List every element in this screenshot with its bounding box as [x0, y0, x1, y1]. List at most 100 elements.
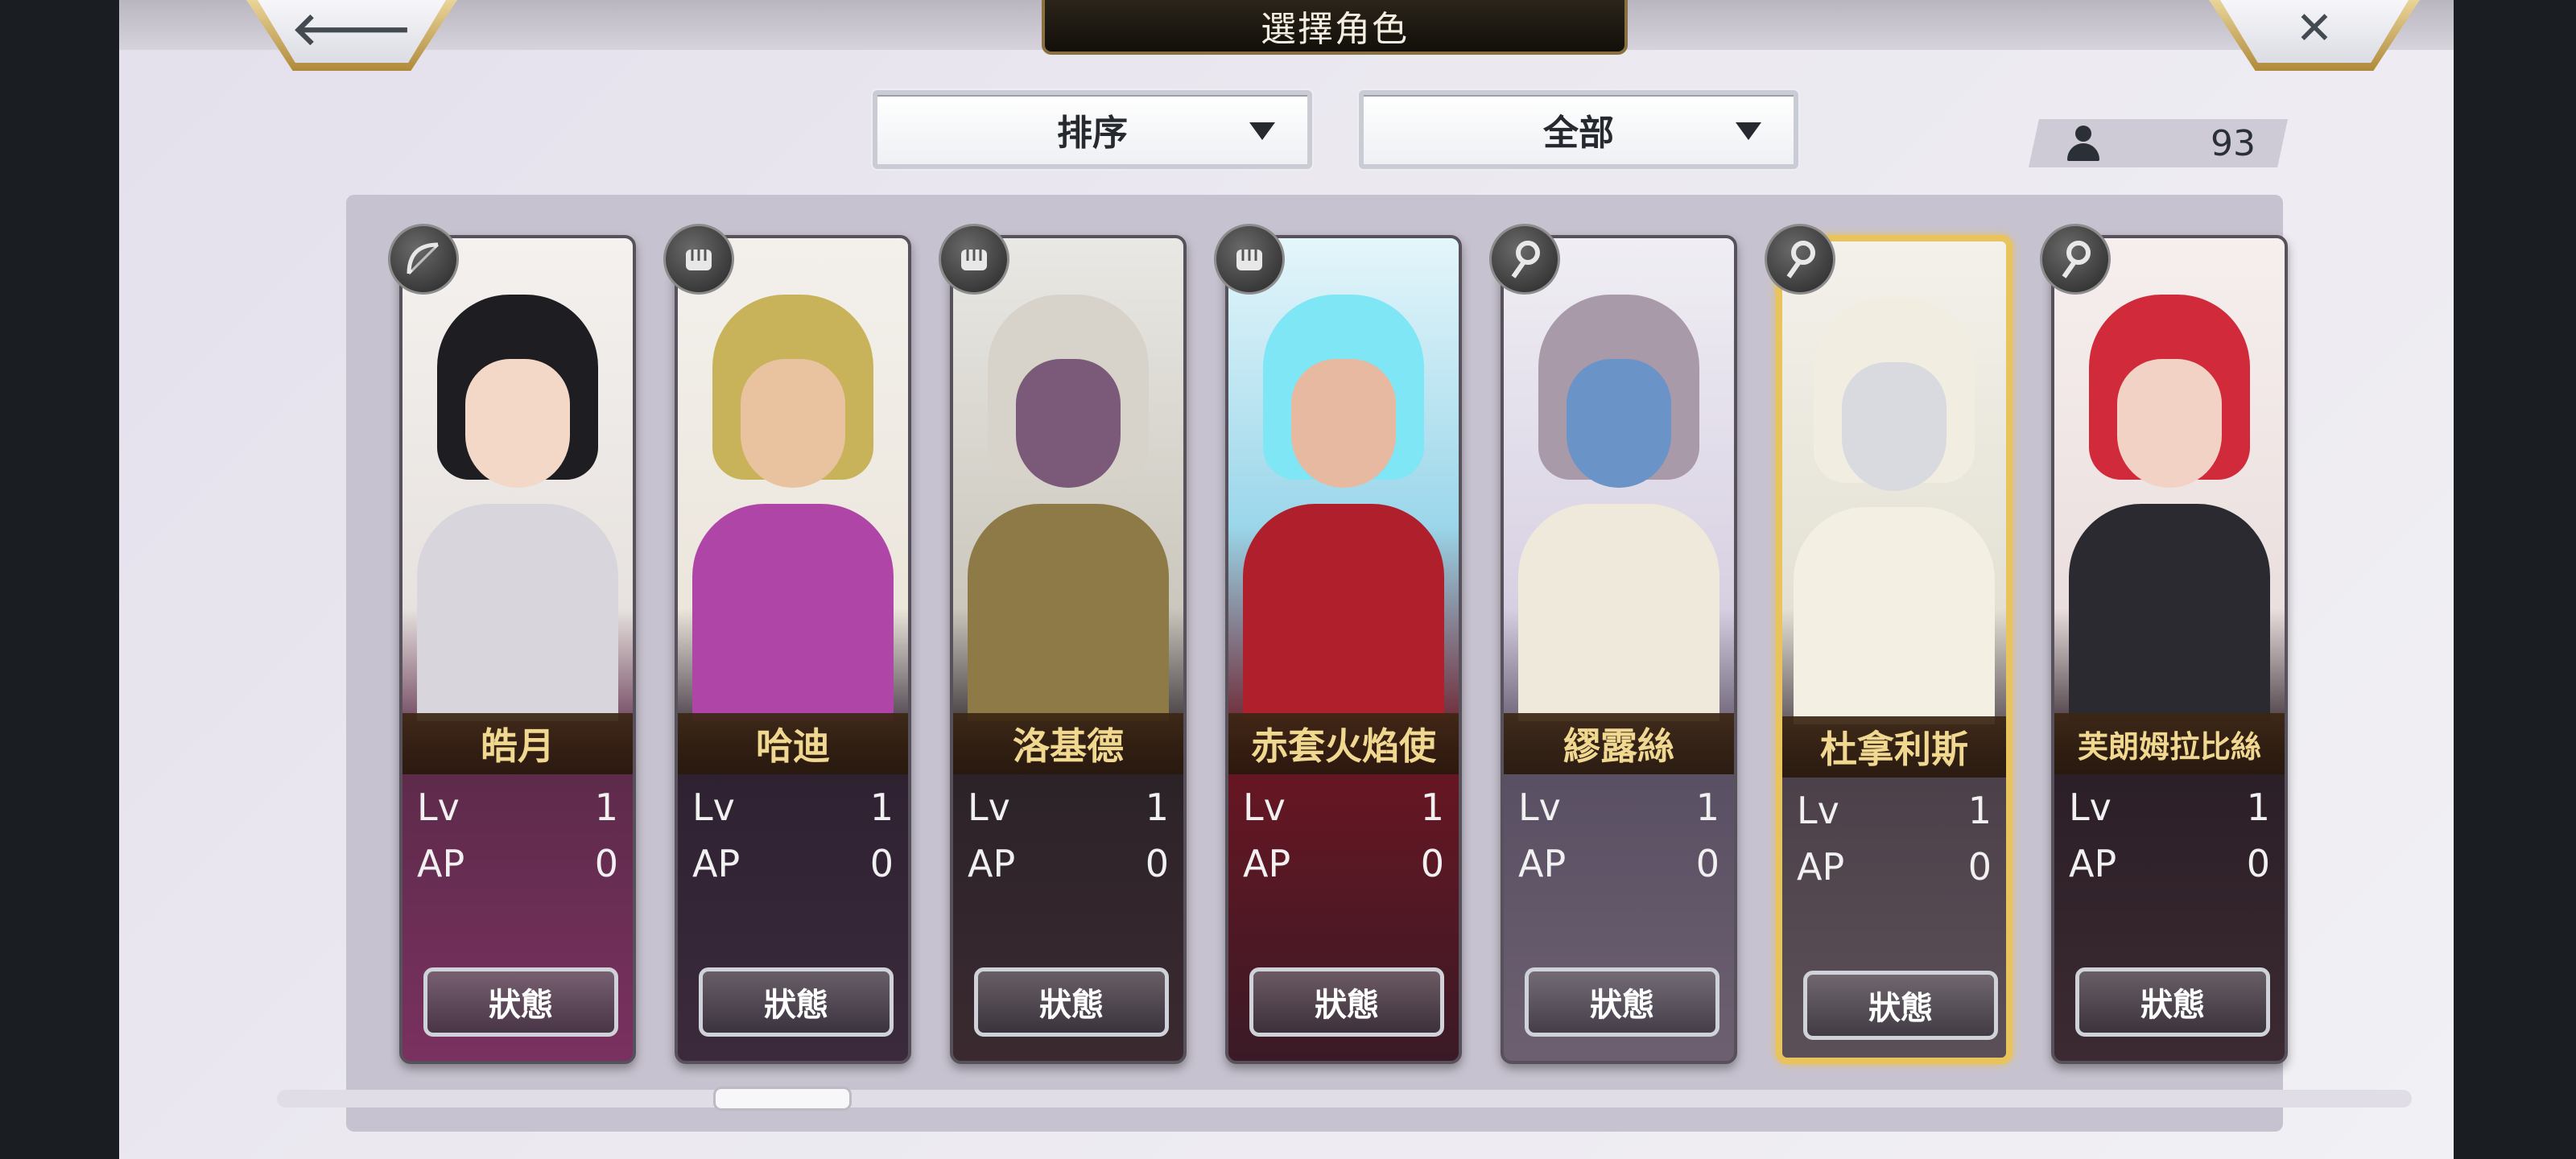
character-portrait	[1504, 238, 1734, 721]
level-label: Lv	[968, 786, 1010, 829]
level-value: 1	[1145, 786, 1169, 829]
ap-label: AP	[1797, 845, 1845, 889]
character-name: 杜拿利斯	[1820, 728, 1968, 771]
status-button-label: 狀態	[1590, 987, 1654, 1024]
character-card[interactable]: 洛基德 Lv 1 AP 0 狀態	[950, 235, 1187, 1064]
character-portrait	[402, 238, 633, 721]
staff-icon	[2040, 224, 2111, 295]
roster-count: 93	[2029, 119, 2288, 167]
roster-count-value: 93	[2211, 122, 2256, 164]
sort-dropdown[interactable]: 排序	[873, 90, 1312, 169]
status-button-label: 狀態	[1868, 990, 1933, 1027]
character-name-bar: 芙朗姆拉比絲	[2054, 713, 2285, 774]
filter-dropdown-label: 全部	[1543, 113, 1614, 154]
ap-label: AP	[2069, 842, 2117, 885]
fist-icon	[663, 224, 734, 295]
level-value: 1	[1967, 789, 1992, 832]
level-value: 1	[1420, 786, 1444, 829]
status-button[interactable]: 狀態	[423, 967, 618, 1037]
status-button-label: 狀態	[1039, 987, 1104, 1024]
character-name-bar: 繆露絲	[1504, 713, 1734, 774]
staff-icon	[1489, 224, 1560, 295]
ap-label: AP	[692, 842, 741, 885]
character-name: 皓月	[481, 724, 555, 768]
horizontal-scrollbar-thumb[interactable]	[713, 1087, 852, 1111]
level-value: 1	[1695, 786, 1719, 829]
ap-row: AP 0	[417, 842, 618, 887]
status-button-label: 狀態	[764, 987, 828, 1024]
status-button[interactable]: 狀態	[1525, 967, 1719, 1037]
ap-row: AP 0	[968, 842, 1169, 887]
horizontal-scrollbar-track[interactable]	[277, 1090, 2412, 1107]
character-card[interactable]: 皓月 Lv 1 AP 0 狀態	[399, 235, 636, 1064]
status-button[interactable]: 狀態	[2075, 967, 2270, 1037]
character-name: 洛基德	[1013, 724, 1124, 768]
level-row: Lv 1	[1518, 786, 1719, 831]
character-name-bar: 哈迪	[678, 713, 908, 774]
character-name: 繆露絲	[1563, 724, 1674, 768]
status-button[interactable]: 狀態	[1803, 971, 1998, 1040]
character-portrait	[953, 238, 1183, 721]
ap-row: AP 0	[1797, 845, 1992, 890]
character-name-bar: 皓月	[402, 713, 633, 774]
level-label: Lv	[417, 786, 460, 829]
status-button[interactable]: 狀態	[974, 967, 1169, 1037]
character-name: 赤套火焰使	[1251, 724, 1436, 768]
ap-value: 0	[2246, 842, 2270, 885]
character-portrait	[1782, 241, 2006, 724]
close-icon: ✕	[2295, 2, 2334, 55]
level-label: Lv	[1243, 786, 1286, 829]
character-portrait	[1228, 238, 1459, 721]
filter-dropdown[interactable]: 全部	[1359, 90, 1798, 169]
status-button-label: 狀態	[2140, 987, 2205, 1024]
character-card[interactable]: 哈迪 Lv 1 AP 0 狀態	[675, 235, 911, 1064]
level-row: Lv 1	[968, 786, 1169, 831]
status-button[interactable]: 狀態	[699, 967, 894, 1037]
level-row: Lv 1	[417, 786, 618, 831]
fist-icon	[1214, 224, 1285, 295]
ap-row: AP 0	[692, 842, 894, 887]
level-value: 1	[594, 786, 618, 829]
character-name-bar: 赤套火焰使	[1228, 713, 1459, 774]
chevron-down-icon	[1249, 122, 1275, 140]
ap-value: 0	[869, 842, 894, 885]
fist-icon	[939, 224, 1009, 295]
ap-label: AP	[1518, 842, 1567, 885]
level-label: Lv	[692, 786, 735, 829]
ap-label: AP	[1243, 842, 1291, 885]
character-portrait	[678, 238, 908, 721]
title-plate: 選擇角色	[1042, 0, 1628, 55]
character-card[interactable]: 杜拿利斯 Lv 1 AP 0 狀態	[1776, 235, 2013, 1064]
ap-label: AP	[417, 842, 465, 885]
level-row: Lv 1	[1243, 786, 1444, 831]
character-card[interactable]: 芙朗姆拉比絲 Lv 1 AP 0 狀態	[2051, 235, 2288, 1064]
level-row: Lv 1	[692, 786, 894, 831]
ap-row: AP 0	[1243, 842, 1444, 887]
level-row: Lv 1	[1797, 789, 1992, 834]
bow-icon	[388, 224, 459, 295]
person-icon	[2067, 126, 2099, 161]
back-arrow-icon: 🡐	[291, 3, 413, 56]
character-name-bar: 洛基德	[953, 713, 1183, 774]
ap-value: 0	[1420, 842, 1444, 885]
ap-label: AP	[968, 842, 1016, 885]
level-label: Lv	[2069, 786, 2112, 829]
ap-value: 0	[1695, 842, 1719, 885]
character-name: 芙朗姆拉比絲	[2077, 728, 2261, 765]
ap-row: AP 0	[1518, 842, 1719, 887]
status-button-label: 狀態	[489, 987, 553, 1024]
back-button[interactable]: 🡐	[246, 0, 457, 71]
character-card[interactable]: 繆露絲 Lv 1 AP 0 狀態	[1501, 235, 1737, 1064]
character-portrait	[2054, 238, 2285, 721]
close-button[interactable]: ✕	[2209, 0, 2420, 71]
character-name-bar: 杜拿利斯	[1782, 716, 2006, 777]
character-name: 哈迪	[756, 724, 830, 768]
level-label: Lv	[1797, 789, 1839, 832]
ap-value: 0	[594, 842, 618, 885]
staff-icon	[1765, 224, 1835, 295]
chevron-down-icon	[1736, 122, 1761, 140]
character-card[interactable]: 赤套火焰使 Lv 1 AP 0 狀態	[1225, 235, 1462, 1064]
status-button-label: 狀態	[1315, 987, 1379, 1024]
status-button[interactable]: 狀態	[1249, 967, 1444, 1037]
ap-value: 0	[1145, 842, 1169, 885]
